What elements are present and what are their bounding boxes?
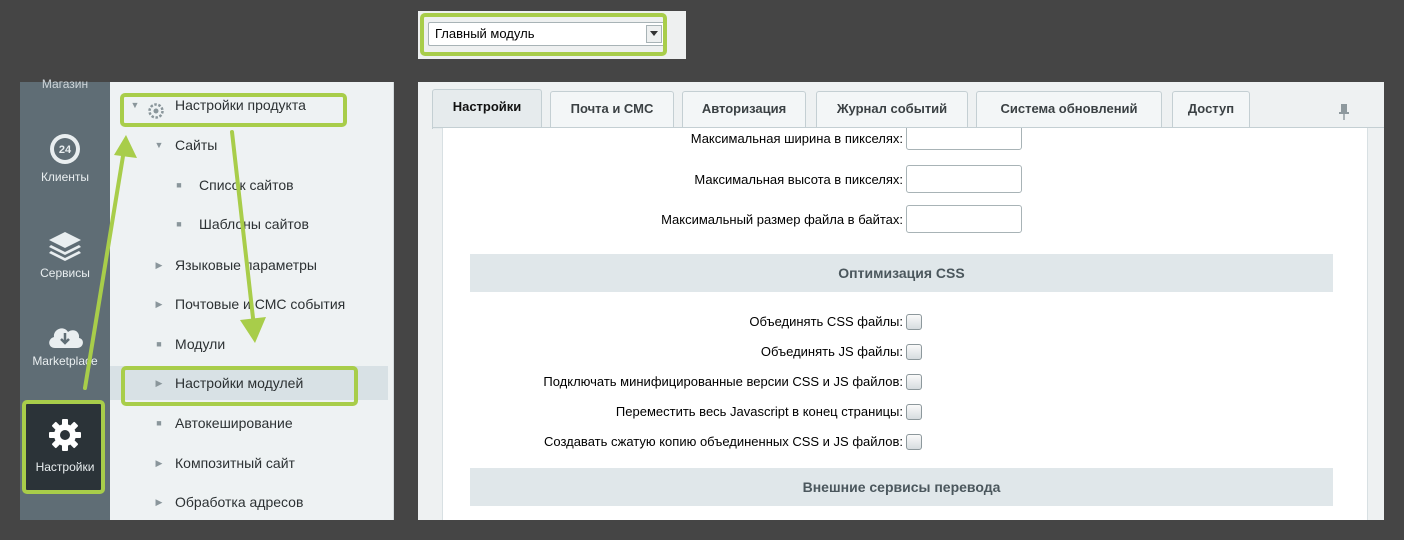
bullet-icon: ■ [176,180,182,190]
tree-item-label: Список сайтов [199,177,294,193]
tab-bar: Настройки Почта и СМС Авторизация Журнал… [432,89,1372,129]
section-translation-services: Внешние сервисы перевода [470,468,1333,506]
sidebar-item-label: Клиенты [40,170,90,184]
max-width-input[interactable] [906,128,1022,150]
max-height-label: Максимальная высота в пикселях: [694,172,903,187]
max-height-input[interactable] [906,165,1022,193]
minified-checkbox[interactable] [906,374,922,390]
sidebar-item-label: Marketplace [32,354,98,368]
tree-item-composite-site[interactable]: ▶ Композитный сайт [110,446,388,480]
merge-css-checkbox[interactable] [906,314,922,330]
tree-item-mail-events[interactable]: ▶ Почтовые и СМС события [110,287,388,321]
bullet-icon: ■ [156,418,162,428]
tree-item-language-params[interactable]: ▶ Языковые параметры [110,248,388,282]
tab-event-log[interactable]: Журнал событий [816,91,968,127]
highlight-module-settings [121,366,358,406]
collapsed-triangle-icon[interactable]: ▶ [153,485,165,519]
bullet-icon: ■ [156,339,162,349]
tab-settings[interactable]: Настройки [432,89,542,129]
tab-access[interactable]: Доступ [1172,91,1250,127]
tree-item-label: Обработка адресов [175,494,304,510]
max-size-label: Максимальный размер файла в байтах: [661,212,903,227]
tree-item-modules[interactable]: ■ Модули [110,327,388,361]
tree-item-site-list[interactable]: ■ Список сайтов [110,168,388,202]
tree-item-label: Сайты [175,137,218,153]
max-width-label: Максимальная ширина в пикселях: [690,131,903,146]
tree-item-label: Автокеширование [175,415,293,431]
layers-icon [49,232,81,261]
section-css-optimization: Оптимизация CSS [470,254,1333,292]
checkbox-label: Создавать сжатую копию объединенных CSS … [543,434,903,449]
tree-item-label: Модули [175,336,226,352]
tree-item-label: Почтовые и СМС события [175,296,346,312]
checkbox-label: Переместить весь Javascript в конец стра… [615,404,903,419]
checkbox-label: Подключать минифицированные версии CSS и… [543,374,903,389]
cloud-download-icon [49,328,83,348]
tab-authorization[interactable]: Авторизация [682,91,806,127]
tree-item-label: Композитный сайт [175,455,295,471]
tree-item-label: Языковые параметры [175,257,317,273]
collapsed-triangle-icon[interactable]: ▶ [153,248,165,282]
compressed-copy-checkbox[interactable] [906,434,922,450]
tab-update-system[interactable]: Система обновлений [976,91,1162,127]
checkbox-label: Объединять CSS файлы: [749,314,903,329]
sidebar-item-marketplace[interactable]: Marketplace [20,322,110,368]
checkbox-label: Объединять JS файлы: [760,344,903,359]
settings-panel: Настройки Почта и СМС Авторизация Журнал… [418,82,1384,520]
pin-icon[interactable] [1338,103,1350,126]
sidebar-item-clients[interactable]: 24 Клиенты [20,132,110,184]
clients-24-icon: 24 [50,134,80,164]
expanded-triangle-icon[interactable]: ▼ [153,128,165,162]
js-to-end-checkbox[interactable] [906,404,922,420]
sidebar-item-shop-label[interactable]: Магазин [20,77,110,91]
tree-item-site-templates[interactable]: ■ Шаблоны сайтов [110,207,388,241]
sidebar-item-label: Сервисы [40,266,90,280]
tree-item-sites[interactable]: ▼ Сайты [110,128,388,162]
tab-mail-sms[interactable]: Почта и СМС [550,91,674,127]
settings-tree: ▼ Настройки продукта ▼ Сайты ■ Список са… [110,82,394,520]
sidebar-item-services[interactable]: Сервисы [20,230,110,280]
merge-js-checkbox[interactable] [906,344,922,360]
settings-form: Максимальная ширина в пикселях: Максимал… [442,128,1368,520]
max-size-input[interactable] [906,205,1022,233]
highlight-product-settings [120,93,347,127]
bullet-icon: ■ [176,219,182,229]
tree-item-url-processing[interactable]: ▶ Обработка адресов [110,485,388,519]
tree-item-autocache[interactable]: ■ Автокеширование [110,406,388,440]
highlight-settings-sidebar [22,400,105,494]
collapsed-triangle-icon[interactable]: ▶ [153,446,165,480]
collapsed-triangle-icon[interactable]: ▶ [153,287,165,321]
tree-item-label: Шаблоны сайтов [199,216,309,232]
highlight-module-select [420,13,667,56]
clients-badge: 24 [59,144,72,156]
